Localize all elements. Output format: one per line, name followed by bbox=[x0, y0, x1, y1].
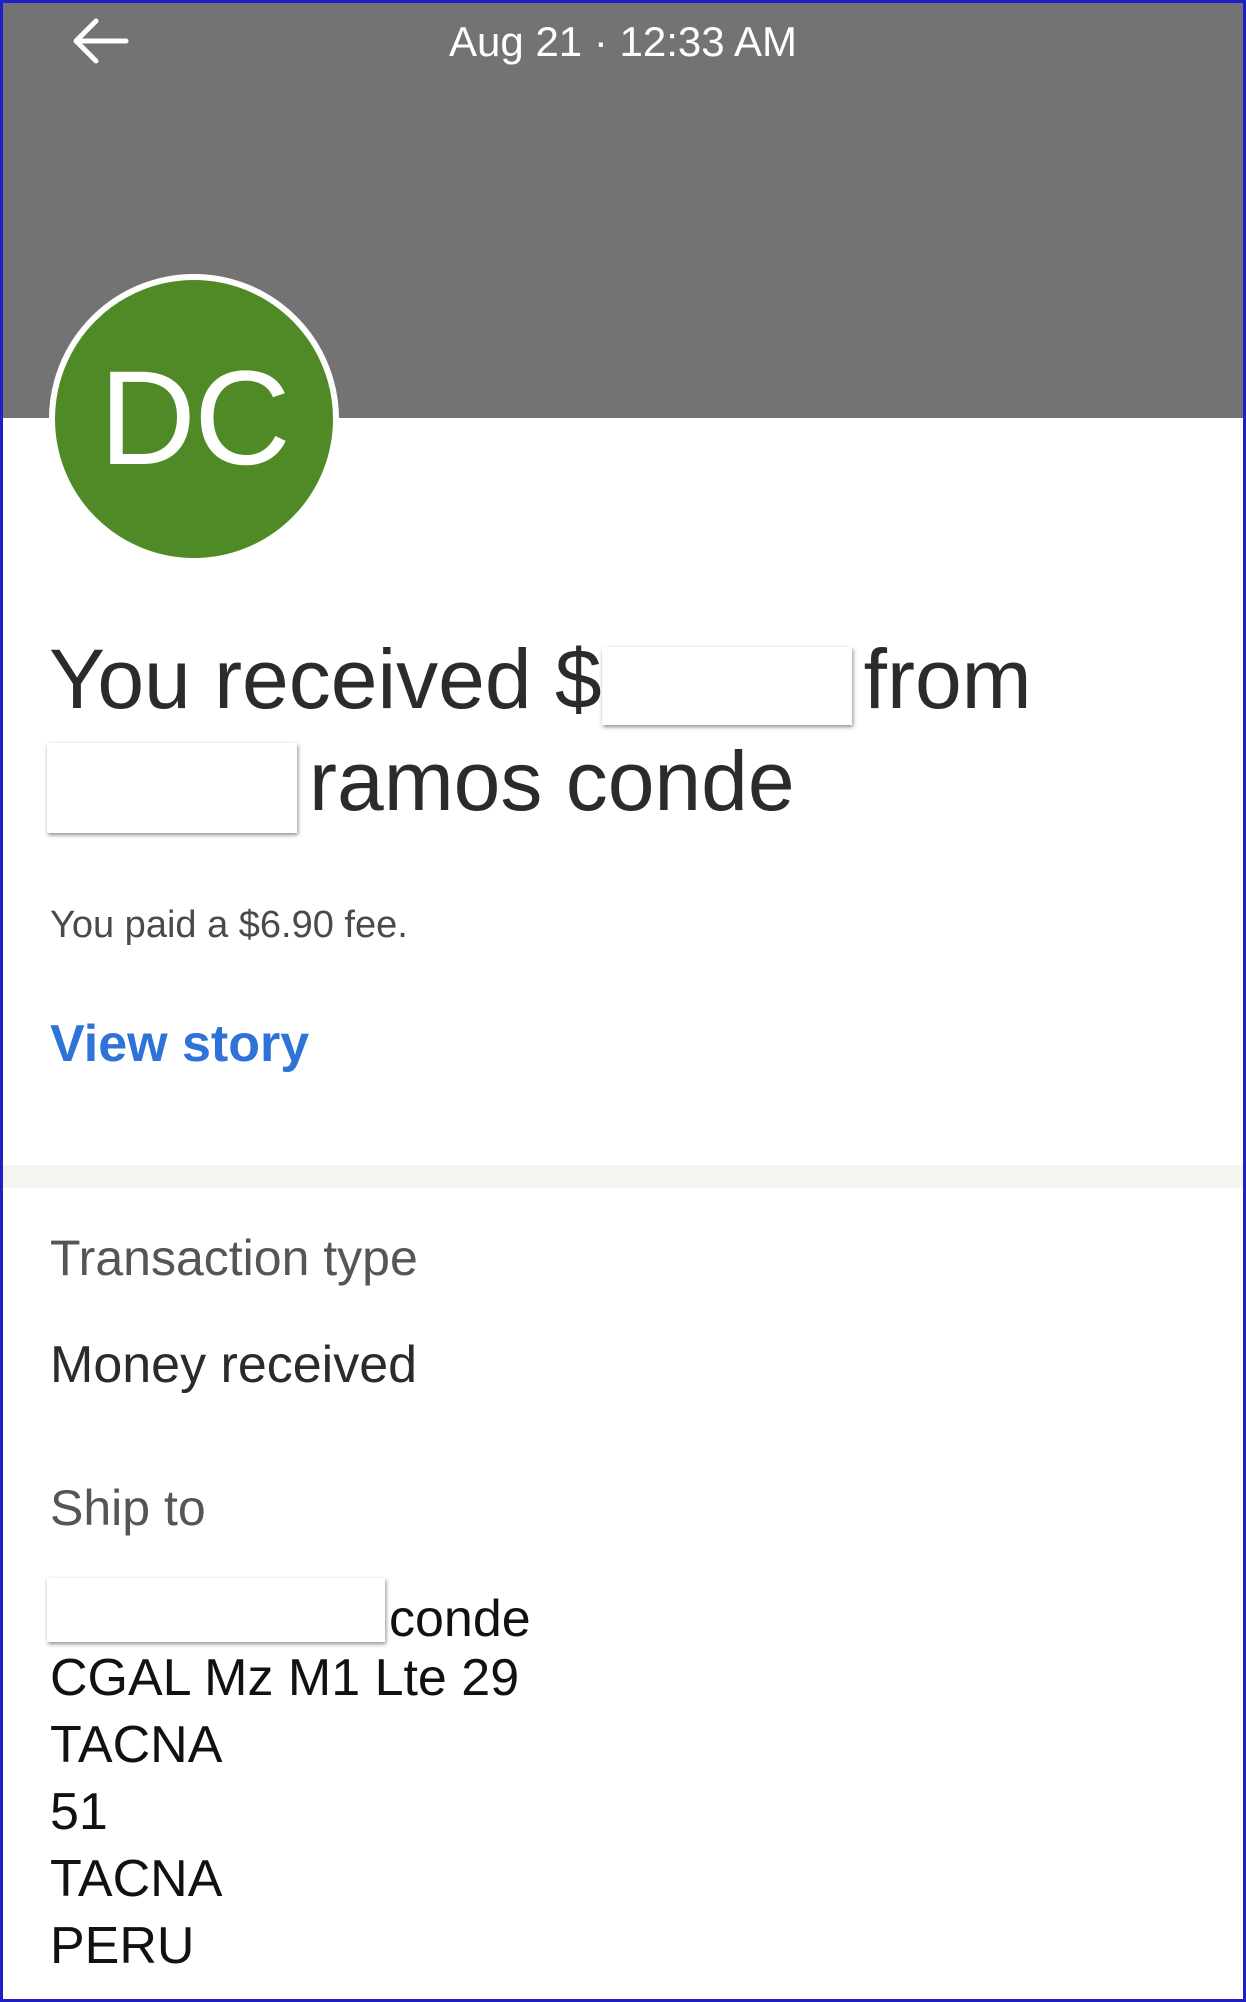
avatar: DC bbox=[49, 274, 339, 564]
transaction-type-value: Money received bbox=[50, 1336, 418, 1394]
address-line: CGAL Mz M1 Lte 29 bbox=[50, 1649, 520, 1707]
transaction-type-label: Transaction type bbox=[50, 1230, 418, 1286]
headline-sender-name: ramos conde bbox=[309, 734, 795, 828]
view-story-link[interactable]: View story bbox=[50, 1012, 309, 1076]
redacted-sender-first-name bbox=[47, 742, 297, 833]
address-line: TACNA bbox=[50, 1850, 223, 1908]
page-title: You received $ from ramos conde bbox=[47, 628, 1199, 833]
ship-to-address: conde CGAL Mz M1 Lte 29 TACNA 51 TACNA P… bbox=[47, 1578, 531, 1980]
address-line: 51 bbox=[50, 1783, 108, 1841]
transaction-datetime: Aug 21 · 12:33 AM bbox=[449, 18, 797, 65]
headline-from: from bbox=[863, 632, 1032, 726]
section-divider bbox=[0, 1165, 1246, 1188]
headline-received: You received $ bbox=[49, 632, 602, 726]
redacted-recipient-name bbox=[47, 1578, 385, 1642]
redacted-amount bbox=[601, 646, 852, 725]
avatar-initials: DC bbox=[99, 344, 291, 493]
address-line: TACNA bbox=[50, 1716, 223, 1774]
ship-to-label: Ship to bbox=[50, 1480, 206, 1536]
fee-text: You paid a $6.90 fee. bbox=[50, 904, 408, 946]
address-name-line: conde bbox=[47, 1578, 531, 1648]
address-line: PERU bbox=[50, 1917, 195, 1975]
address-name-suffix: conde bbox=[389, 1590, 531, 1648]
